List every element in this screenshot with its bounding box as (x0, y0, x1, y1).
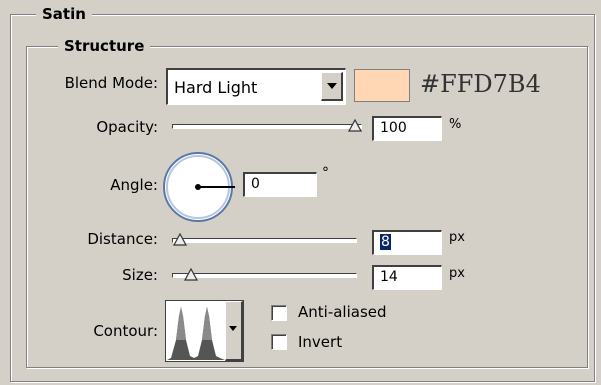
blend-mode-select[interactable]: Hard Light (166, 68, 346, 105)
distance-slider-track[interactable] (172, 238, 357, 243)
structure-title: Structure (58, 37, 151, 55)
opacity-slider-track[interactable] (172, 124, 362, 129)
opacity-unit: % (449, 117, 462, 132)
angle-label: Angle: (110, 176, 158, 194)
size-unit: px (449, 266, 465, 281)
contour-picker[interactable] (165, 300, 244, 362)
chevron-down-icon (327, 83, 337, 89)
size-label: Size: (122, 266, 158, 284)
satin-title: Satin (36, 5, 92, 23)
contour-label: Contour: (93, 322, 158, 340)
contour-thumbnail-icon (167, 302, 225, 360)
angle-input[interactable]: 0 (243, 172, 317, 197)
size-slider-track[interactable] (172, 273, 357, 278)
angle-unit: ° (322, 165, 329, 181)
blend-mode-value: Hard Light (174, 78, 258, 97)
size-slider-thumb[interactable] (184, 267, 198, 281)
chevron-down-icon (229, 326, 237, 331)
invert-label: Invert (298, 333, 343, 351)
distance-input[interactable]: 8 (372, 230, 442, 255)
opacity-input[interactable]: 100 (372, 116, 442, 141)
size-input[interactable]: 14 (372, 265, 442, 290)
opacity-slider-thumb[interactable] (348, 118, 362, 132)
anti-aliased-label: Anti-aliased (298, 303, 387, 321)
angle-dial[interactable] (161, 150, 235, 224)
distance-value: 8 (380, 234, 391, 250)
blend-mode-label: Blend Mode: (64, 74, 158, 92)
distance-unit: px (449, 230, 465, 245)
invert-checkbox[interactable] (271, 334, 287, 350)
opacity-label: Opacity: (96, 118, 158, 136)
distance-slider-thumb[interactable] (173, 232, 187, 246)
blend-color-swatch[interactable] (354, 69, 410, 102)
anti-aliased-checkbox[interactable] (271, 305, 287, 321)
contour-dropdown-button[interactable] (225, 301, 243, 361)
distance-label: Distance: (87, 230, 158, 248)
blend-mode-dropdown-button[interactable] (321, 72, 343, 101)
blend-color-hex: #FFD7B4 (420, 70, 541, 98)
